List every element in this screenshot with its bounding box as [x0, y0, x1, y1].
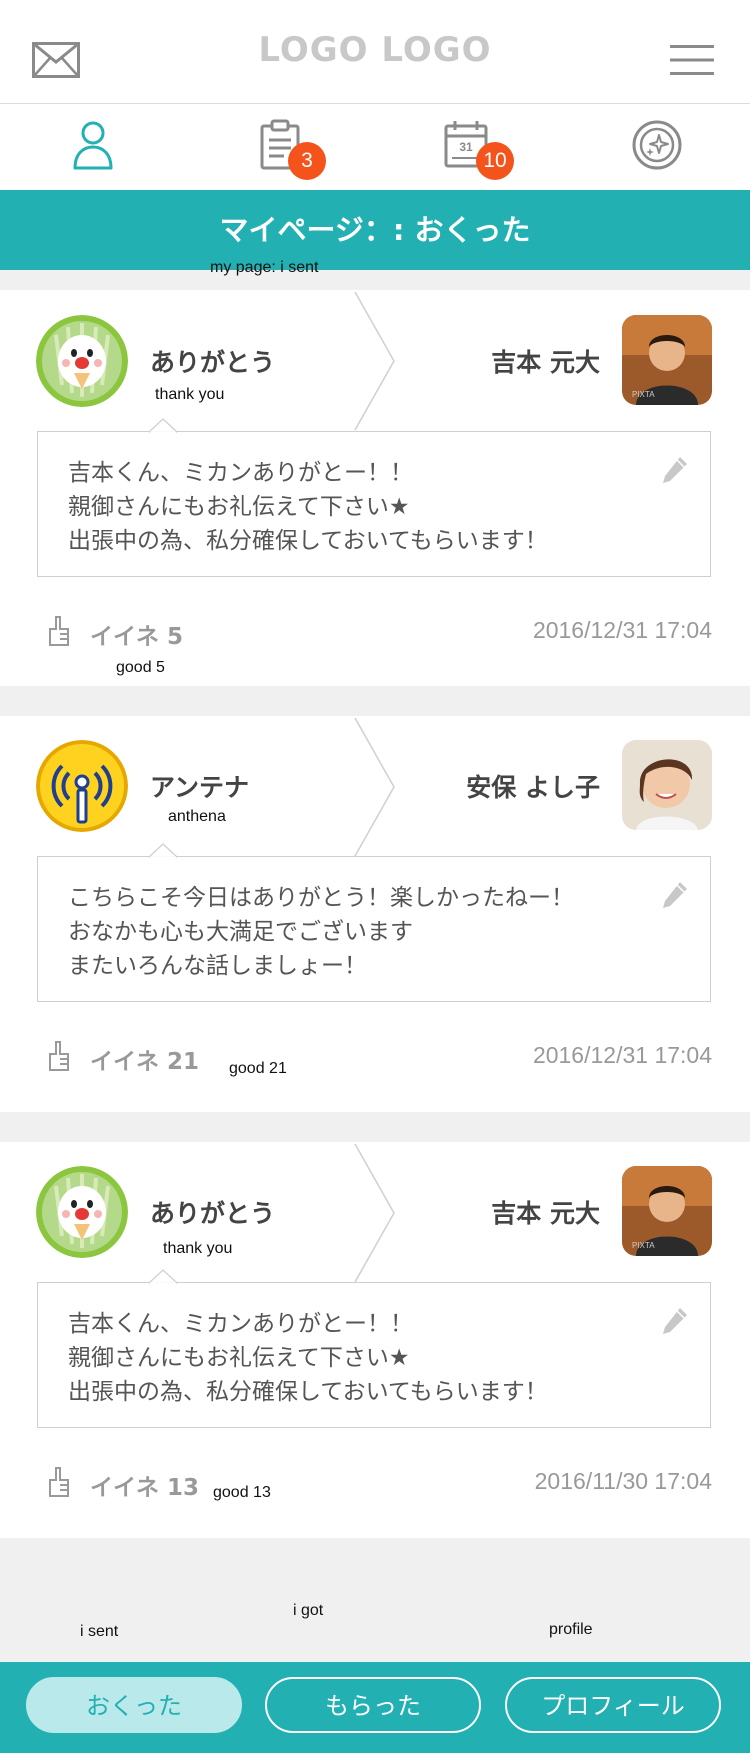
svg-text:PIXTA: PIXTA	[632, 1241, 655, 1250]
like-thumb-icon[interactable]	[46, 1466, 72, 1500]
svg-text:PIXTA: PIXTA	[632, 390, 655, 399]
antenna-stamp-icon	[36, 740, 128, 832]
recipient-avatar[interactable]: PIXTA	[622, 315, 712, 405]
stamp-name: ありがとう	[150, 348, 276, 377]
thank-you-stamp-icon	[36, 1166, 128, 1258]
post-date: 2016/11/30 17:04	[534, 1468, 712, 1494]
recipient-avatar[interactable]: PIXTA	[622, 1166, 712, 1256]
likes-count[interactable]: イイネ 13	[90, 1468, 199, 1502]
likes-annotation: good 21	[229, 1060, 287, 1077]
like-thumb-icon[interactable]	[46, 1040, 72, 1074]
page-title-annotation: my page: i sent	[210, 259, 319, 276]
speech-pointer	[149, 1269, 177, 1284]
likes-count[interactable]: イイネ 21	[90, 1042, 199, 1076]
likes-count[interactable]: イイネ 5	[90, 617, 183, 651]
recipient-name[interactable]: 吉本 元大	[300, 1194, 600, 1230]
post-date: 2016/12/31 17:04	[532, 617, 712, 643]
message-line: 出張中の為、私分確保しておいてもらいます！	[68, 528, 548, 554]
stamp-annotation: thank you	[155, 386, 225, 403]
tab-received[interactable]: もらった	[265, 1677, 481, 1733]
user-icon[interactable]	[66, 118, 120, 172]
message-line: おなかも心も大満足でございます	[68, 919, 413, 945]
pencil-edit-icon[interactable]	[661, 1306, 689, 1336]
stamp-name: ありがとう	[150, 1199, 276, 1228]
message-line: 吉本くん、ミカンありがとー！！	[68, 460, 413, 486]
hamburger-menu-icon[interactable]	[670, 44, 714, 76]
message-line: 出張中の為、私分確保しておいてもらいます！	[68, 1379, 548, 1405]
tab-profile[interactable]: プロフィール	[505, 1677, 721, 1733]
thank-you-stamp-icon	[36, 315, 128, 407]
stamp-annotation: thank you	[163, 1240, 233, 1257]
sparkle-badge-icon[interactable]	[630, 118, 684, 172]
message-line: こちらこそ今日はありがとう！楽しかったねー！	[68, 885, 574, 911]
speech-pointer	[149, 418, 177, 433]
message-line: 吉本くん、ミカンありがとー！！	[68, 1311, 413, 1337]
page-title: マイページ：: おくった	[0, 190, 750, 270]
pencil-edit-icon[interactable]	[661, 455, 689, 485]
likes-annotation: good 13	[213, 1484, 271, 1501]
pencil-edit-icon[interactable]	[661, 880, 689, 910]
recipient-name[interactable]: 吉本 元大	[300, 343, 600, 379]
stamp-name: アンテナ	[150, 773, 250, 802]
clipboard-count-badge: 3	[288, 142, 326, 180]
tab-sent[interactable]: おくった	[26, 1677, 242, 1733]
logo: LOGO LOGO	[258, 30, 492, 70]
recipient-avatar[interactable]	[622, 740, 712, 830]
got-annotation: i got	[293, 1602, 324, 1619]
post-date: 2016/12/31 17:04	[532, 1042, 712, 1068]
profile-annotation: profile	[549, 1621, 593, 1638]
speech-pointer	[149, 843, 177, 858]
stamp-annotation: anthena	[168, 808, 226, 825]
recipient-name[interactable]: 安保 よし子	[300, 768, 600, 804]
calendar-count-badge: 10	[476, 142, 514, 180]
likes-annotation: good 5	[116, 659, 165, 676]
message-line: 親御さんにもお礼伝えて下さい★	[68, 1345, 410, 1371]
message-line: 親御さんにもお礼伝えて下さい★	[68, 494, 410, 520]
sent-annotation: i sent	[80, 1623, 119, 1640]
svg-text:31: 31	[459, 140, 473, 154]
message-line: またいろんな話しましょー！	[68, 953, 367, 979]
like-thumb-icon[interactable]	[46, 615, 72, 649]
